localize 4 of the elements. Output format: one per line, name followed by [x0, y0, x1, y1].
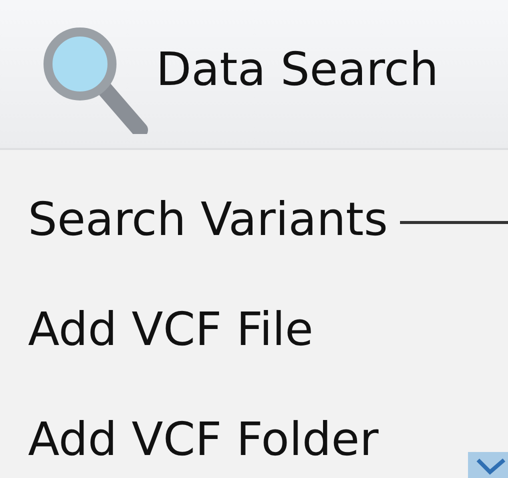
menu-item[interactable]: Search Variants — [0, 190, 388, 248]
menu-item[interactable]: Add VCF File — [0, 300, 314, 358]
menu-item[interactable]: Add VCF Folder — [0, 410, 379, 468]
section-title: Data Search — [156, 42, 438, 96]
